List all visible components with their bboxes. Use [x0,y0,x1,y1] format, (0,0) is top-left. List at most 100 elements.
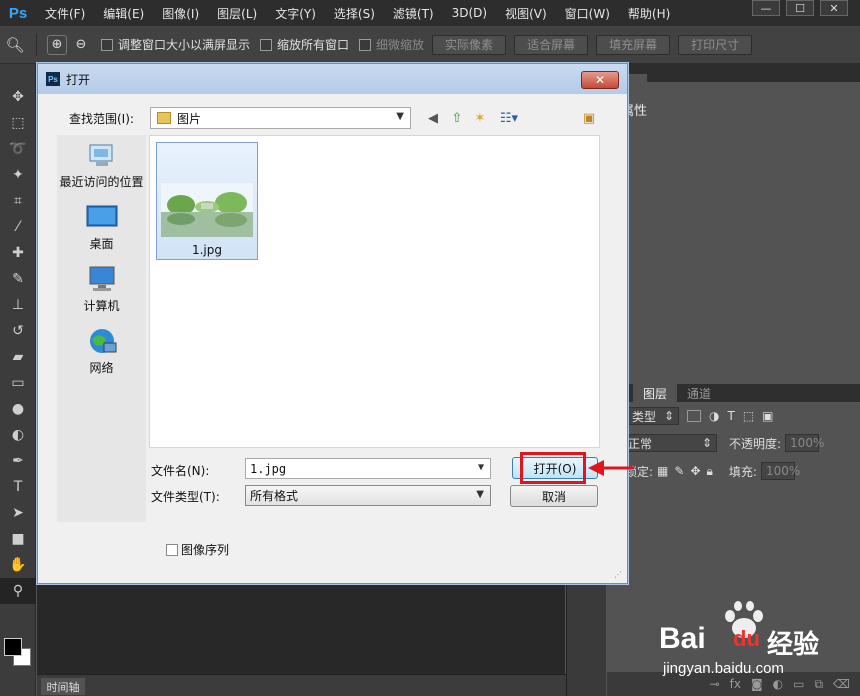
lock-pixels-icon[interactable]: ▦ [657,464,668,478]
watermark-brand-cn: 经验 [767,630,820,660]
watermark-url: jingyan.baidu.com [663,660,784,677]
lock-position-icon[interactable]: ✥ [690,464,700,478]
crop-tool-icon[interactable]: ⌗ [0,188,36,214]
lasso-tool-icon[interactable]: ➰ [0,136,36,162]
brush-tool-icon[interactable]: ✎ [0,266,36,292]
zoom-all-checkbox[interactable]: 缩放所有窗口 [260,36,349,53]
preview-folder-icon[interactable]: ▣ [580,109,598,127]
place-recent-label: 最近访问的位置 [59,175,144,189]
pen-tool-icon[interactable]: ✒ [0,448,36,474]
network-globe-icon [89,329,116,353]
stamp-tool-icon[interactable]: ⊥ [0,292,36,318]
shape-tool-icon[interactable]: ■ [0,526,36,552]
window-controls: — ☐ ✕ [752,0,848,16]
shape-filter-icon[interactable]: ⬚ [743,409,754,423]
layers-panel-tabs: 图层 通道 [607,384,860,402]
chevron-updown-icon: ⇕ [701,436,712,450]
tab-channels[interactable]: 通道 [677,384,721,402]
baidu-watermark: Bai du 经验 jingyan.baidu.com [655,600,855,690]
resize-windows-label: 调整窗口大小以满屏显示 [118,38,251,52]
view-menu-icon[interactable]: ☷▾ [496,109,522,127]
path-select-icon[interactable]: ➤ [0,500,36,526]
zoom-all-label: 缩放所有窗口 [277,38,350,52]
filter-kind-dropdown[interactable]: 类型 ⇕ [627,407,679,425]
fill-field[interactable]: 100% [760,462,800,480]
zoom-in-icon[interactable]: ⊕ [47,34,67,55]
minimize-button[interactable]: — [752,0,780,16]
desktop-icon [86,205,117,227]
place-recent[interactable]: 最近访问的位置 [57,135,146,197]
magic-wand-icon[interactable]: ✦ [0,162,36,188]
menu-view[interactable]: 视图(V) [496,5,556,22]
blend-mode-value: 正常 [628,436,653,451]
menu-type[interactable]: 文字(Y) [266,5,325,22]
image-sequence-label: 图像序列 [181,543,230,557]
menu-filter[interactable]: 滤镜(T) [384,5,443,22]
type-tool-icon[interactable]: T [0,474,36,500]
menu-window[interactable]: 窗口(W) [556,5,619,22]
foreground-color-swatch[interactable] [4,638,22,656]
menu-3d[interactable]: 3D(D) [443,6,496,20]
new-folder-icon[interactable]: ✶ [471,109,489,127]
opacity-field[interactable]: 100% [785,434,824,452]
type-filter-icon[interactable]: T [727,409,734,423]
resize-windows-checkbox[interactable]: 调整窗口大小以满屏显示 [101,36,250,53]
menu-layer[interactable]: 图层(L) [208,5,266,22]
menu-edit[interactable]: 编辑(E) [94,5,153,22]
fill-screen-button[interactable]: 填充屏幕 [596,34,671,55]
healing-brush-icon[interactable]: ✚ [0,240,36,266]
chevron-down-icon: ▼ [396,111,404,122]
menu-help[interactable]: 帮助(H) [619,5,679,22]
tab-timeline[interactable]: 时间轴 [41,678,85,695]
resize-grip-icon[interactable]: ⋰ [614,570,624,580]
menu-select[interactable]: 选择(S) [325,5,384,22]
print-size-button[interactable]: 打印尺寸 [678,34,753,55]
cancel-button[interactable]: 取消 [510,485,598,507]
adjustment-filter-icon[interactable]: ◑ [709,409,719,423]
place-network[interactable]: 网络 [57,321,146,383]
divider [36,33,37,56]
filetype-select[interactable]: 所有格式 ▼ [245,485,491,506]
smart-object-filter-icon[interactable]: ▣ [762,409,773,423]
hand-tool-icon[interactable]: ✋ [0,552,36,578]
back-icon[interactable]: ◀ [424,109,442,127]
blur-tool-icon[interactable]: ● [0,396,36,422]
filename-input[interactable]: 1.jpg ▼ [245,458,491,479]
blend-mode-dropdown[interactable]: 正常 ⇕ [623,434,717,452]
actual-pixels-button[interactable]: 实际像素 [432,34,507,55]
marquee-tool-icon[interactable]: ⬚ [0,110,36,136]
file-item[interactable]: 1.jpg [156,142,258,260]
history-brush-icon[interactable]: ↺ [0,318,36,344]
place-computer[interactable]: 计算机 [57,259,146,321]
maximize-button[interactable]: ☐ [786,0,814,16]
zoom-out-icon[interactable]: ⊖ [71,35,91,55]
up-folder-icon[interactable]: ⇧ [448,109,466,127]
eraser-icon[interactable]: ▰ [0,344,36,370]
filename-label: 文件名(N): [151,464,210,478]
dodge-tool-icon[interactable]: ◐ [0,422,36,448]
zoom-tool-icon[interactable]: 🔍︎ [0,36,30,54]
eyedropper-icon[interactable]: ⁄ [0,214,36,240]
menu-image[interactable]: 图像(I) [153,5,208,22]
place-desktop[interactable]: 桌面 [57,197,146,259]
file-name-label: 1.jpg [191,243,223,257]
image-filter-icon[interactable] [687,410,701,422]
zoom-tool-icon[interactable]: ⚲ [0,578,36,604]
lock-all-icon[interactable]: 🔒︎ [707,464,713,479]
opacity-label: 不透明度: [729,436,782,451]
dialog-close-button[interactable]: ✕ [581,71,619,89]
folder-icon [157,112,171,124]
image-sequence-checkbox[interactable]: 图像序列 [166,541,229,558]
lock-fill-row: 锁定: ▦ ✎ ✥ 🔒︎ 填充: 100% [607,459,860,483]
tab-layers[interactable]: 图层 [633,384,678,402]
close-window-button[interactable]: ✕ [820,0,848,16]
gradient-tool-icon[interactable]: ▭ [0,370,36,396]
move-tool-icon[interactable]: ✥ [0,84,36,110]
scrubby-zoom-checkbox[interactable]: 细微缩放 [359,36,424,53]
photoshop-logo: Ps [8,4,28,22]
look-in-dropdown[interactable]: 图片 ▼ [150,107,411,129]
lock-brush-icon[interactable]: ✎ [674,464,684,478]
chevron-down-icon[interactable]: ▼ [478,462,484,473]
fit-screen-button[interactable]: 适合屏幕 [514,34,589,55]
menu-file[interactable]: 文件(F) [36,5,94,22]
